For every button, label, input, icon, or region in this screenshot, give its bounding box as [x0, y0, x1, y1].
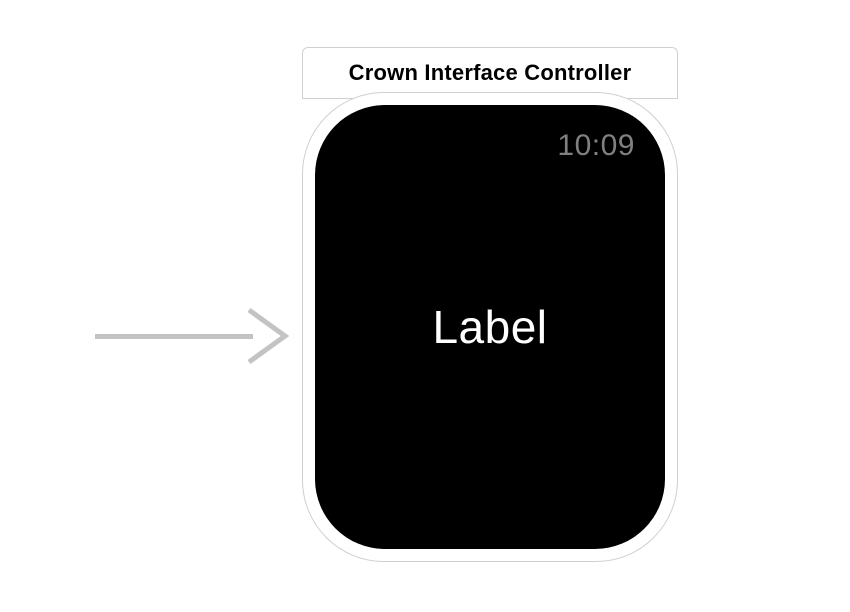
- segue-arrow: [95, 306, 295, 366]
- controller-title: Crown Interface Controller: [303, 48, 677, 98]
- watch-screen: 10:09 Label: [315, 105, 665, 549]
- watch-scene[interactable]: 10:09 Label: [302, 92, 678, 562]
- status-bar-time: 10:09: [557, 129, 635, 163]
- arrow-line: [95, 334, 253, 339]
- interface-label[interactable]: Label: [432, 300, 547, 354]
